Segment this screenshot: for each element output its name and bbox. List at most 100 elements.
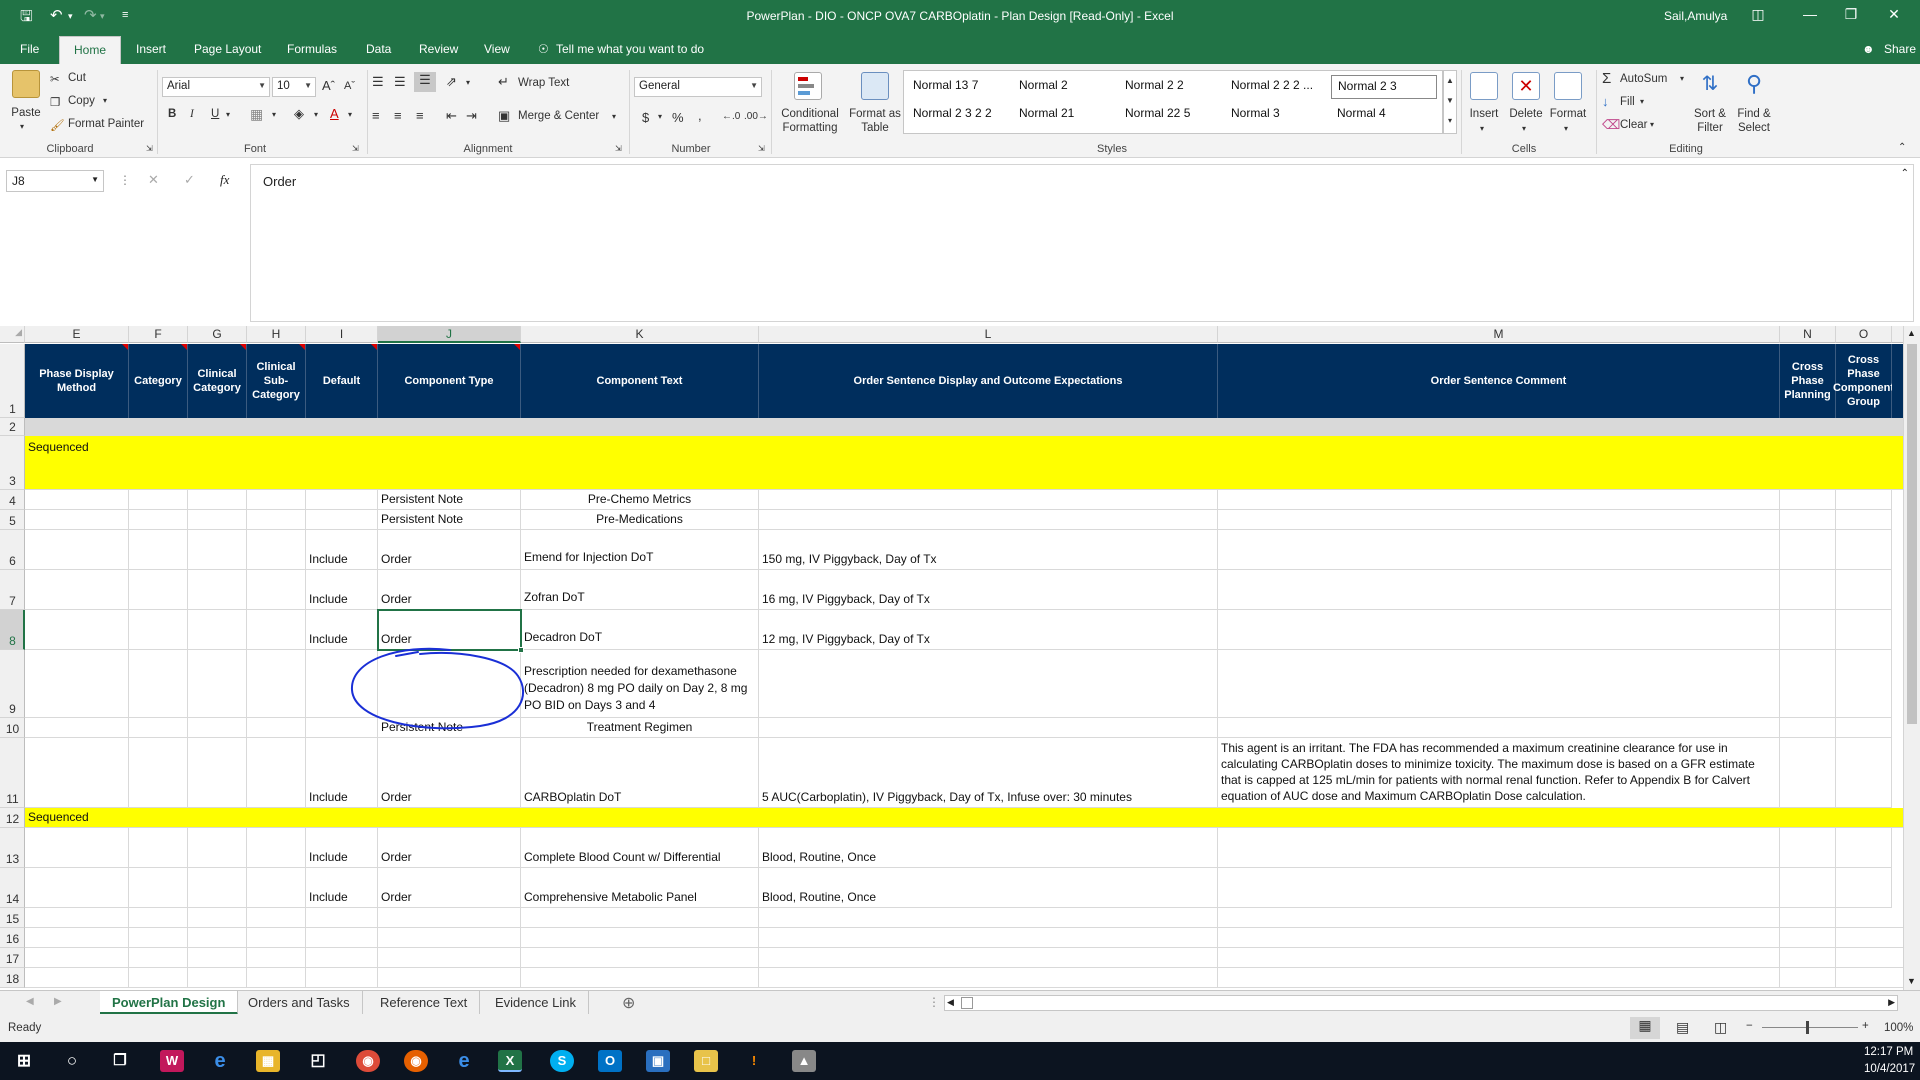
- merge-icon[interactable]: ▣: [498, 108, 510, 124]
- format-cells-icon[interactable]: [1554, 72, 1582, 100]
- row-12-sequenced[interactable]: Sequenced: [25, 808, 1912, 828]
- col-header-g[interactable]: G: [188, 326, 247, 343]
- formula-input[interactable]: Order ⌃: [250, 164, 1914, 322]
- cell-e8[interactable]: [25, 610, 129, 650]
- decrease-decimal-icon[interactable]: .00→: [744, 111, 768, 122]
- zoom-level[interactable]: 100%: [1884, 1022, 1913, 1034]
- cell-g10[interactable]: [188, 718, 247, 738]
- cell-l9[interactable]: [759, 650, 1218, 718]
- copy-button[interactable]: Copy: [68, 95, 95, 107]
- conditional-formatting-button[interactable]: Conditional Formatting: [775, 107, 845, 135]
- fill-color-dropdown-icon[interactable]: ▾: [314, 110, 318, 119]
- clear-button[interactable]: Clear: [1620, 119, 1647, 131]
- cut-button[interactable]: Cut: [68, 72, 86, 84]
- more-styles-icon[interactable]: ▾: [1448, 116, 1452, 125]
- row-3-sequenced[interactable]: Sequenced: [25, 436, 1912, 490]
- row-header-10[interactable]: 10: [0, 718, 25, 738]
- cell-g5[interactable]: [188, 510, 247, 530]
- cell-l11[interactable]: 5 AUC(Carboplatin), IV Piggyback, Day of…: [759, 738, 1218, 808]
- cell-n7[interactable]: [1780, 570, 1836, 610]
- cell-m13[interactable]: [1218, 828, 1780, 868]
- vertical-scrollbar[interactable]: ▲ ▼: [1903, 326, 1920, 990]
- col-header-j[interactable]: J: [378, 326, 521, 343]
- cell-l10[interactable]: [759, 718, 1218, 738]
- style-normal-2[interactable]: Normal 2: [1013, 75, 1119, 99]
- cell-g9[interactable]: [188, 650, 247, 718]
- cell-j7[interactable]: Order: [378, 570, 521, 610]
- align-left-icon[interactable]: ≡: [372, 108, 380, 123]
- cell-n14[interactable]: [1780, 868, 1836, 908]
- header-clinical-category[interactable]: Clinical Category: [188, 344, 247, 418]
- align-center-icon[interactable]: ≡: [394, 108, 402, 123]
- cell-f8[interactable]: [129, 610, 188, 650]
- cell-i14[interactable]: Include: [306, 868, 378, 908]
- row-header-13[interactable]: 13: [0, 828, 25, 868]
- cell-j11[interactable]: Order: [378, 738, 521, 808]
- font-color-dropdown-icon[interactable]: ▾: [348, 110, 352, 119]
- sheet-tab-evidence-link[interactable]: Evidence Link: [483, 991, 589, 1015]
- delete-button[interactable]: Delete: [1504, 107, 1548, 121]
- cell-o13[interactable]: [1836, 828, 1892, 868]
- cell-f14[interactable]: [129, 868, 188, 908]
- row-header-9[interactable]: 9: [0, 650, 25, 718]
- skype-icon[interactable]: S: [550, 1050, 574, 1072]
- autosum-button[interactable]: AutoSum: [1620, 73, 1667, 85]
- cell-o9[interactable]: [1836, 650, 1892, 718]
- cell-e7[interactable]: [25, 570, 129, 610]
- cell-g13[interactable]: [188, 828, 247, 868]
- scroll-right-icon[interactable]: ▶: [1888, 997, 1895, 1008]
- cell-m7[interactable]: [1218, 570, 1780, 610]
- scroll-up-icon[interactable]: ▲: [1907, 328, 1916, 338]
- cell-i4[interactable]: [306, 490, 378, 510]
- header-clinical-sub-category[interactable]: Clinical Sub-Category: [247, 344, 306, 418]
- paste-icon[interactable]: [12, 70, 40, 98]
- cell-e9[interactable]: [25, 650, 129, 718]
- number-launcher-icon[interactable]: ⇲: [758, 144, 765, 153]
- sigma-icon[interactable]: Σ: [1602, 70, 1611, 87]
- increase-indent-icon[interactable]: ⇥: [466, 108, 477, 124]
- cell-h10[interactable]: [247, 718, 306, 738]
- scroll-thumb[interactable]: [1907, 344, 1917, 724]
- cell-k8[interactable]: Decadron DoT: [521, 610, 759, 650]
- cell-i6[interactable]: Include: [306, 530, 378, 570]
- scroll-down-icon[interactable]: ▼: [1907, 976, 1916, 986]
- wrap-text-button[interactable]: Wrap Text: [518, 77, 569, 89]
- cell-e10[interactable]: [25, 718, 129, 738]
- style-normal-2-3-2-2[interactable]: Normal 2 3 2 2: [907, 103, 1013, 127]
- taskbar-time[interactable]: 12:17 PM: [1864, 1046, 1913, 1058]
- cell-j13[interactable]: Order: [378, 828, 521, 868]
- cell-m6[interactable]: [1218, 530, 1780, 570]
- cell-j14[interactable]: Order: [378, 868, 521, 908]
- cell-l13[interactable]: Blood, Routine, Once: [759, 828, 1218, 868]
- collapse-formula-bar-icon[interactable]: ⌃: [1901, 168, 1909, 179]
- cell-m9[interactable]: [1218, 650, 1780, 718]
- tab-page-layout[interactable]: Page Layout: [194, 42, 261, 56]
- row-header-14[interactable]: 14: [0, 868, 25, 908]
- row-header-16[interactable]: 16: [0, 928, 25, 948]
- cell-l14[interactable]: Blood, Routine, Once: [759, 868, 1218, 908]
- cell-n9[interactable]: [1780, 650, 1836, 718]
- cell-g4[interactable]: [188, 490, 247, 510]
- chevron-down-icon[interactable]: ▼: [91, 175, 99, 184]
- fill-button[interactable]: Fill: [1620, 96, 1635, 108]
- select-all-corner[interactable]: ◢: [0, 326, 25, 343]
- col-header-h[interactable]: H: [247, 326, 306, 343]
- store-icon[interactable]: ◰: [306, 1050, 330, 1072]
- orientation-icon[interactable]: ⇗: [446, 74, 457, 90]
- header-default[interactable]: Default: [306, 344, 378, 418]
- currency-dropdown-icon[interactable]: ▾: [658, 112, 662, 121]
- row-header-11[interactable]: 11: [0, 738, 25, 808]
- find-select-icon[interactable]: ⚲: [1740, 70, 1768, 98]
- normal-view-icon[interactable]: ▦: [1630, 1017, 1660, 1039]
- cell-e4[interactable]: [25, 490, 129, 510]
- align-middle-icon[interactable]: ☰: [394, 74, 406, 90]
- fill-color-icon[interactable]: ◈: [294, 106, 304, 122]
- cell-k14[interactable]: Comprehensive Metabolic Panel: [521, 868, 759, 908]
- format-painter-button[interactable]: Format Painter: [68, 118, 144, 130]
- cell-j6[interactable]: Order: [378, 530, 521, 570]
- minimize-icon[interactable]: —: [1800, 6, 1820, 22]
- style-normal-22-5[interactable]: Normal 22 5: [1119, 103, 1225, 127]
- cell-o4[interactable]: [1836, 490, 1892, 510]
- windows-start-icon[interactable]: ⊞: [12, 1050, 36, 1072]
- cell-f7[interactable]: [129, 570, 188, 610]
